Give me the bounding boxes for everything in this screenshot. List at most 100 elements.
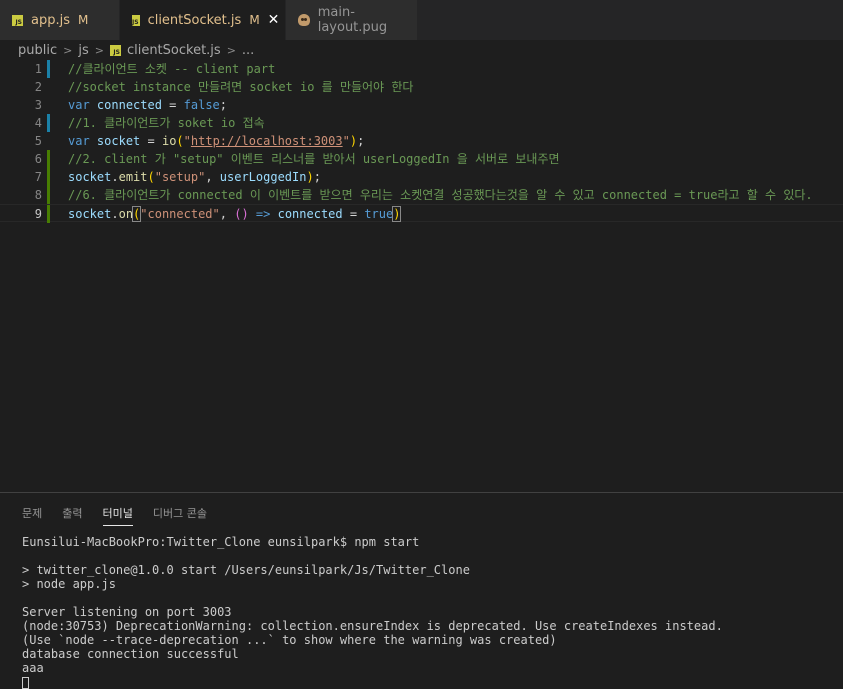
git-added-marker[interactable]	[47, 150, 50, 168]
breadcrumb-item-file[interactable]: clientSocket.js	[127, 43, 221, 58]
tab-app-js[interactable]: JS app.js M	[0, 0, 120, 40]
code-token: (	[176, 134, 184, 148]
chevron-right-icon: >	[63, 43, 73, 57]
code-token: ,	[205, 170, 220, 184]
terminal-output[interactable]: Eunsilui-MacBookPro:Twitter_Clone eunsil…	[22, 535, 723, 689]
terminal-line: database connection successful	[22, 647, 239, 661]
code-token: true	[364, 207, 394, 221]
code-text: //2. client 가 "setup" 이벤트 리스너를 받아서 userL…	[68, 150, 560, 168]
code-token: ;	[313, 170, 321, 184]
breadcrumb-item-js[interactable]: js	[78, 43, 88, 58]
code-token: //6. 클라이언트가 connected 이 이벤트를 받으면 우리는 소켓연…	[68, 188, 813, 202]
code-token: )	[306, 170, 314, 184]
code-line[interactable]: 2 //socket instance 만들려면 socket io 를 만들어야…	[0, 78, 843, 96]
line-number: 1	[34, 62, 42, 76]
tab-client-socket-js[interactable]: JS clientSocket.js M ✕	[120, 0, 286, 40]
git-modified-marker[interactable]	[47, 60, 50, 78]
line-number: 8	[34, 188, 42, 202]
tab-debug-console[interactable]: 디버그 콘솔	[153, 505, 207, 526]
code-token: //socket instance 만들려면 socket io 를 만들어야 …	[68, 80, 414, 94]
code-token: socket	[96, 134, 141, 148]
terminal-line: (Use `node --trace-deprecation ...` to s…	[22, 633, 557, 647]
terminal-line: Eunsilui-MacBookPro:Twitter_Clone eunsil…	[22, 535, 420, 549]
modified-indicator: M	[78, 13, 89, 27]
git-added-marker[interactable]	[47, 186, 50, 204]
code-token: "	[342, 134, 350, 148]
code-token: socket	[68, 207, 112, 221]
code-token: "setup"	[154, 170, 206, 184]
code-token: connected	[277, 207, 343, 221]
js-file-icon: JS	[109, 44, 121, 56]
js-file-icon: JS	[12, 14, 23, 26]
code-token: //1. 클라이언트가 soket io 접속	[68, 116, 265, 130]
code-token: =	[140, 134, 162, 148]
tab-problems[interactable]: 문제	[22, 505, 42, 526]
terminal-line: aaa	[22, 661, 44, 675]
breadcrumb-item-public[interactable]: public	[18, 43, 57, 58]
terminal-cursor-line	[22, 675, 723, 689]
code-token: connected	[96, 98, 162, 112]
code-text: //클라이언트 소켓 -- client part	[68, 60, 275, 78]
code-token: =	[161, 98, 184, 112]
git-added-marker[interactable]	[47, 168, 50, 186]
git-modified-marker[interactable]	[47, 114, 50, 132]
tab-label: clientSocket.js	[147, 12, 242, 28]
line-number: 9	[34, 207, 42, 221]
code-token: //2. client 가 "setup" 이벤트 리스너를 받아서 userL…	[68, 152, 560, 166]
code-token: emit	[118, 170, 148, 184]
tab-output[interactable]: 출력	[62, 505, 82, 526]
code-token: "	[183, 134, 191, 148]
line-number: 5	[34, 134, 42, 148]
terminal-cursor	[22, 676, 29, 689]
code-token: var	[68, 134, 90, 148]
tab-label: main-layout.pug	[317, 5, 388, 35]
code-token: on	[118, 207, 134, 221]
code-token: .	[111, 170, 119, 184]
code-line[interactable]: 4 //1. 클라이언트가 soket io 접속	[0, 114, 843, 132]
terminal-line: > node app.js	[22, 577, 116, 591]
tab-label: app.js	[31, 12, 70, 28]
code-token: ;	[357, 134, 365, 148]
code-editor[interactable]: 1 //클라이언트 소켓 -- client part 2 //socket inst…	[0, 60, 843, 492]
code-line[interactable]: 3 var connected = false;	[0, 96, 843, 114]
code-text: //1. 클라이언트가 soket io 접속	[68, 114, 265, 132]
panel-tabs: 문제 출력 터미널 디버그 콘솔	[22, 505, 227, 526]
code-token: (	[147, 170, 155, 184]
code-token: io	[161, 134, 177, 148]
code-text: var socket = io("http://localhost:3003")…	[68, 132, 364, 150]
code-token: =>	[255, 207, 271, 221]
code-token: ()	[234, 207, 249, 221]
git-added-marker[interactable]	[47, 205, 50, 223]
code-text: socket.emit("setup", userLoggedIn);	[68, 168, 321, 186]
code-token: userLoggedIn	[219, 170, 307, 184]
code-line[interactable]: 8 //6. 클라이언트가 connected 이 이벤트를 받으면 우리는 소켓…	[0, 186, 843, 204]
code-line[interactable]: 5 var socket = io("http://localhost:3003"…	[0, 132, 843, 150]
code-line[interactable]: 1 //클라이언트 소켓 -- client part	[0, 60, 843, 78]
breadcrumb-item-symbols[interactable]: ...	[242, 43, 254, 58]
code-line[interactable]: 6 //2. client 가 "setup" 이벤트 리스너를 받아서 user…	[0, 150, 843, 168]
code-line[interactable]: 9 socket.on("connected", () => connected …	[0, 204, 843, 223]
chevron-right-icon: >	[94, 43, 104, 57]
code-token: //클라이언트 소켓 -- client part	[68, 62, 276, 76]
bottom-panel: 문제 출력 터미널 디버그 콘솔 Eunsilui-MacBookPro:Twi…	[0, 492, 843, 689]
tab-terminal[interactable]: 터미널	[102, 505, 133, 526]
tab-main-layout-pug[interactable]: main-layout.pug	[286, 0, 418, 40]
code-text: var connected = false;	[68, 96, 227, 114]
editor-tab-bar: JS app.js M JS clientSocket.js M ✕ main-…	[0, 0, 843, 40]
js-file-icon: JS	[132, 14, 140, 26]
code-line[interactable]: 7 socket.emit("setup", userLoggedIn);	[0, 168, 843, 186]
code-text: //6. 클라이언트가 connected 이 이벤트를 받으면 우리는 소켓연…	[68, 186, 813, 204]
close-icon[interactable]: ✕	[268, 12, 280, 28]
line-number: 2	[34, 80, 42, 94]
code-text: //socket instance 만들려면 socket io 를 만들어야 …	[68, 78, 413, 96]
code-token: )	[349, 134, 358, 148]
terminal-line: (node:30753) DeprecationWarning: collect…	[22, 619, 723, 633]
code-token: socket	[68, 170, 112, 184]
chevron-right-icon: >	[226, 43, 236, 57]
code-token: "connected"	[140, 207, 220, 221]
code-token: false	[183, 98, 220, 112]
